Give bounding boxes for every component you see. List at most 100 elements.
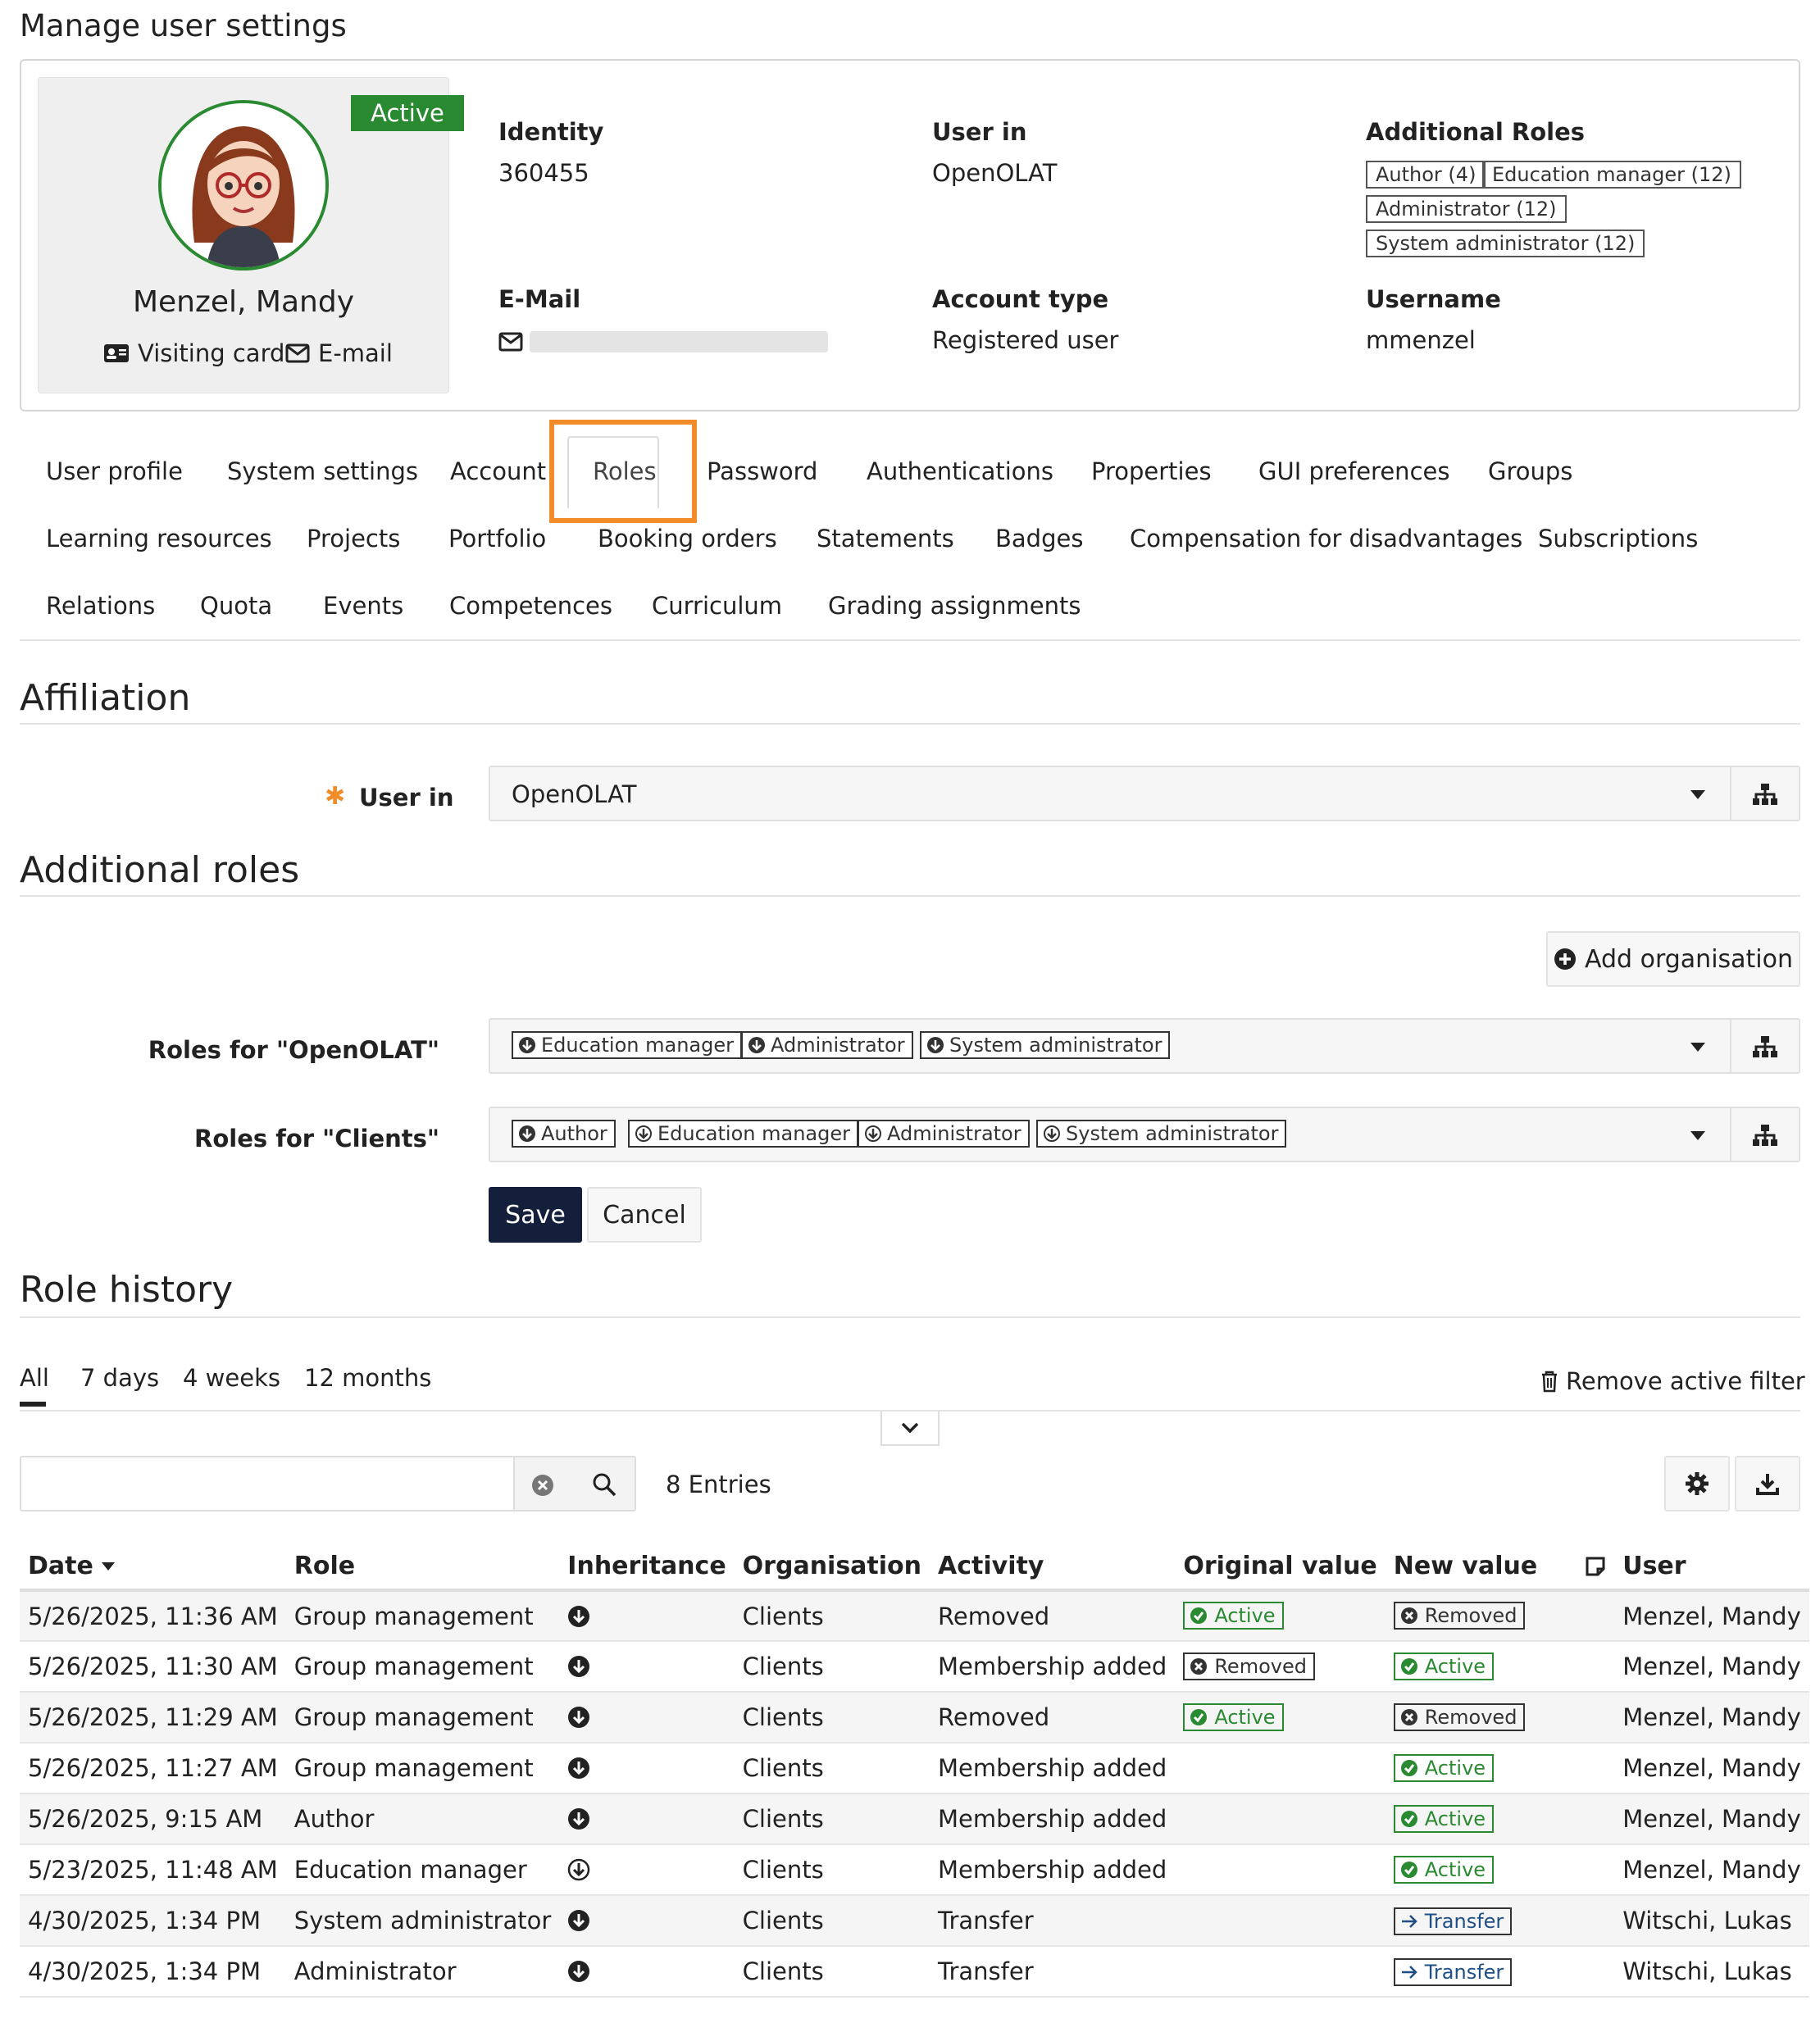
- table-settings-button[interactable]: [1664, 1456, 1730, 1512]
- tab-user-profile[interactable]: User profile: [46, 457, 183, 485]
- check-circle-icon: [1190, 1607, 1208, 1624]
- org-tree-icon[interactable]: [1753, 784, 1777, 805]
- active-filter-indicator: [20, 1402, 46, 1407]
- tab-gui-preferences[interactable]: GUI preferences: [1258, 457, 1449, 485]
- roles-clients-select[interactable]: Author Education manager Administrator S…: [489, 1107, 1800, 1162]
- tab-compensation[interactable]: Compensation for disadvantages: [1130, 525, 1522, 552]
- tab-subscriptions[interactable]: Subscriptions: [1538, 525, 1698, 552]
- add-organisation-button[interactable]: Add organisation: [1546, 931, 1800, 987]
- cell-new-value: Active: [1385, 1743, 1615, 1794]
- cell-role: Administrator: [285, 1946, 560, 1998]
- col-date[interactable]: Date: [20, 1543, 286, 1592]
- cell-new-value: Transfer: [1385, 1895, 1615, 1947]
- cell-organisation: Clients: [734, 1946, 930, 1998]
- tab-system-settings[interactable]: System settings: [227, 457, 418, 485]
- select-separator: [1730, 1108, 1731, 1161]
- col-original-value[interactable]: Original value: [1175, 1543, 1385, 1592]
- tab-properties[interactable]: Properties: [1091, 457, 1212, 485]
- status-badge: Active: [351, 95, 464, 131]
- status-transfer-badge: Transfer: [1393, 1907, 1513, 1935]
- tab-roles[interactable]: Roles: [593, 457, 657, 485]
- tab-learning-resources[interactable]: Learning resources: [46, 525, 272, 552]
- email-link-label: E-mail: [318, 339, 393, 367]
- org-tree-icon[interactable]: [1753, 1036, 1777, 1057]
- status-active-badge: Active: [1393, 1753, 1495, 1782]
- cell-inheritance: [559, 1641, 735, 1693]
- table-row: 4/30/2025, 1:34 PM Administrator Clients Tr…: [20, 1946, 1809, 1998]
- role-chip-label: Administrator: [771, 1034, 905, 1057]
- note-icon: [1586, 1557, 1605, 1576]
- arrow-down-circle-outline-icon: [865, 1125, 881, 1142]
- tab-account[interactable]: Account: [450, 457, 546, 485]
- search-icon[interactable]: [592, 1472, 617, 1497]
- roles-clients-label: Roles for "Clients": [194, 1125, 439, 1152]
- email-link[interactable]: E-mail: [285, 339, 393, 367]
- download-button[interactable]: [1735, 1456, 1800, 1512]
- tab-events[interactable]: Events: [323, 592, 403, 620]
- tab-badges[interactable]: Badges: [995, 525, 1083, 552]
- filter-tab-all[interactable]: All: [20, 1364, 49, 1392]
- tab-relations[interactable]: Relations: [46, 592, 155, 620]
- tab-groups[interactable]: Groups: [1488, 457, 1572, 485]
- col-inheritance[interactable]: Inheritance: [559, 1543, 735, 1592]
- cell-activity: Removed: [930, 1692, 1176, 1743]
- cell-date: 4/30/2025, 1:34 PM: [20, 1895, 286, 1947]
- filter-tab-12-months[interactable]: 12 months: [304, 1364, 431, 1392]
- tabs-divider: [20, 639, 1800, 641]
- cell-original-value: [1175, 1946, 1385, 1998]
- tab-statements[interactable]: Statements: [817, 525, 954, 552]
- cell-organisation: Clients: [734, 1590, 930, 1642]
- cancel-button[interactable]: Cancel: [587, 1187, 702, 1243]
- check-circle-icon: [1400, 1810, 1417, 1827]
- search-box: [20, 1456, 636, 1512]
- select-separator: [1730, 767, 1731, 820]
- filter-tab-4-weeks[interactable]: 4 weeks: [183, 1364, 280, 1392]
- expand-filters-button[interactable]: [880, 1412, 940, 1446]
- arrow-right-icon: [1401, 1914, 1417, 1928]
- tab-portfolio[interactable]: Portfolio: [448, 525, 546, 552]
- arrow-right-icon: [1401, 1965, 1417, 1979]
- arrow-down-circle-icon: [748, 1037, 765, 1053]
- cell-activity: Transfer: [930, 1895, 1176, 1947]
- visiting-card-link[interactable]: Visiting card: [103, 339, 284, 367]
- status-label: Transfer: [1424, 1909, 1504, 1933]
- tab-curriculum[interactable]: Curriculum: [652, 592, 782, 620]
- col-activity[interactable]: Activity: [930, 1543, 1176, 1592]
- roles-openolat-select[interactable]: Education manager Administrator System a…: [489, 1018, 1800, 1074]
- affiliation-select[interactable]: OpenOLAT: [489, 766, 1800, 821]
- tab-password[interactable]: Password: [707, 457, 817, 485]
- cell-date: 5/26/2025, 9:15 AM: [20, 1793, 286, 1845]
- cell-organisation: Clients: [734, 1844, 930, 1896]
- tab-booking-orders[interactable]: Booking orders: [598, 525, 777, 552]
- status-label: Active: [1214, 1604, 1276, 1627]
- org-tree-icon[interactable]: [1753, 1125, 1777, 1146]
- save-button[interactable]: Save: [489, 1187, 582, 1243]
- cell-role: Author: [285, 1793, 560, 1845]
- tab-quota[interactable]: Quota: [200, 592, 272, 620]
- username-label: Username: [1366, 285, 1501, 313]
- search-input[interactable]: [21, 1457, 513, 1510]
- col-user[interactable]: User: [1614, 1543, 1809, 1592]
- role-chip-label: System administrator: [1066, 1122, 1279, 1145]
- clear-search-icon[interactable]: [531, 1474, 554, 1497]
- remove-active-filter-button[interactable]: Remove active filter: [1540, 1367, 1805, 1395]
- cell-user: Witschi, Lukas: [1614, 1895, 1809, 1947]
- arrow-down-circle-icon: [568, 1656, 590, 1677]
- tab-competences[interactable]: Competences: [449, 592, 612, 620]
- cell-activity: Membership added: [930, 1793, 1176, 1845]
- filter-tab-7-days[interactable]: 7 days: [80, 1364, 159, 1392]
- table-row: 4/30/2025, 1:34 PM System administrator Cl…: [20, 1895, 1809, 1947]
- role-chip-label: Administrator: [887, 1122, 1021, 1145]
- check-circle-icon: [1400, 1861, 1417, 1878]
- x-circle-icon: [1400, 1607, 1417, 1624]
- status-label: Active: [1424, 1807, 1486, 1830]
- role-chip: Administrator: [741, 1031, 913, 1059]
- col-organisation[interactable]: Organisation: [734, 1543, 930, 1592]
- col-new-value[interactable]: New value: [1385, 1543, 1615, 1592]
- col-role[interactable]: Role: [285, 1543, 560, 1592]
- chevron-down-icon: [1690, 1043, 1705, 1052]
- tab-projects[interactable]: Projects: [307, 525, 400, 552]
- arrow-down-circle-icon: [568, 1910, 590, 1931]
- tab-grading-assignments[interactable]: Grading assignments: [828, 592, 1081, 620]
- tab-authentications[interactable]: Authentications: [867, 457, 1053, 485]
